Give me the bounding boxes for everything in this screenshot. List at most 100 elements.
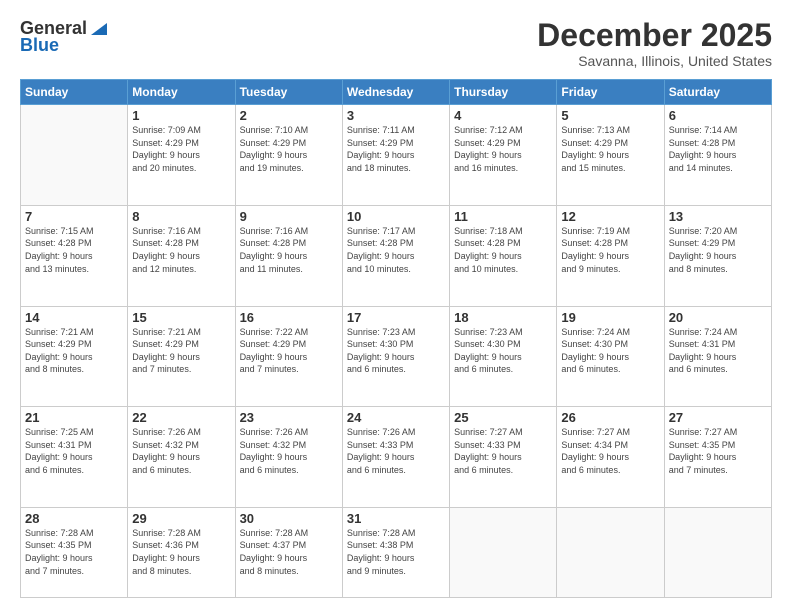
calendar-cell: 25Sunrise: 7:27 AMSunset: 4:33 PMDayligh… xyxy=(450,407,557,508)
day-number: 7 xyxy=(25,209,123,224)
day-number: 26 xyxy=(561,410,659,425)
calendar-cell: 16Sunrise: 7:22 AMSunset: 4:29 PMDayligh… xyxy=(235,306,342,407)
title-section: December 2025 Savanna, Illinois, United … xyxy=(537,18,772,69)
col-tuesday: Tuesday xyxy=(235,80,342,105)
day-info: Sunrise: 7:16 AMSunset: 4:28 PMDaylight:… xyxy=(240,225,338,275)
day-number: 19 xyxy=(561,310,659,325)
day-number: 24 xyxy=(347,410,445,425)
calendar-week-2: 14Sunrise: 7:21 AMSunset: 4:29 PMDayligh… xyxy=(21,306,772,407)
day-info: Sunrise: 7:26 AMSunset: 4:33 PMDaylight:… xyxy=(347,426,445,476)
day-info: Sunrise: 7:16 AMSunset: 4:28 PMDaylight:… xyxy=(132,225,230,275)
day-info: Sunrise: 7:18 AMSunset: 4:28 PMDaylight:… xyxy=(454,225,552,275)
calendar-cell: 18Sunrise: 7:23 AMSunset: 4:30 PMDayligh… xyxy=(450,306,557,407)
day-number: 8 xyxy=(132,209,230,224)
header: General Blue December 2025 Savanna, Illi… xyxy=(20,18,772,69)
day-number: 6 xyxy=(669,108,767,123)
col-friday: Friday xyxy=(557,80,664,105)
calendar-cell: 19Sunrise: 7:24 AMSunset: 4:30 PMDayligh… xyxy=(557,306,664,407)
calendar-cell: 30Sunrise: 7:28 AMSunset: 4:37 PMDayligh… xyxy=(235,507,342,597)
calendar-cell xyxy=(664,507,771,597)
col-saturday: Saturday xyxy=(664,80,771,105)
day-info: Sunrise: 7:17 AMSunset: 4:28 PMDaylight:… xyxy=(347,225,445,275)
day-info: Sunrise: 7:22 AMSunset: 4:29 PMDaylight:… xyxy=(240,326,338,376)
calendar-cell: 27Sunrise: 7:27 AMSunset: 4:35 PMDayligh… xyxy=(664,407,771,508)
calendar-cell: 2Sunrise: 7:10 AMSunset: 4:29 PMDaylight… xyxy=(235,105,342,206)
day-number: 21 xyxy=(25,410,123,425)
calendar-week-0: 1Sunrise: 7:09 AMSunset: 4:29 PMDaylight… xyxy=(21,105,772,206)
day-number: 22 xyxy=(132,410,230,425)
month-title: December 2025 xyxy=(537,18,772,53)
calendar-cell: 29Sunrise: 7:28 AMSunset: 4:36 PMDayligh… xyxy=(128,507,235,597)
calendar-cell xyxy=(557,507,664,597)
day-info: Sunrise: 7:28 AMSunset: 4:35 PMDaylight:… xyxy=(25,527,123,577)
page: General Blue December 2025 Savanna, Illi… xyxy=(0,0,792,612)
day-info: Sunrise: 7:14 AMSunset: 4:28 PMDaylight:… xyxy=(669,124,767,174)
day-info: Sunrise: 7:09 AMSunset: 4:29 PMDaylight:… xyxy=(132,124,230,174)
day-number: 20 xyxy=(669,310,767,325)
day-info: Sunrise: 7:27 AMSunset: 4:34 PMDaylight:… xyxy=(561,426,659,476)
day-number: 1 xyxy=(132,108,230,123)
day-info: Sunrise: 7:13 AMSunset: 4:29 PMDaylight:… xyxy=(561,124,659,174)
day-number: 29 xyxy=(132,511,230,526)
logo-blue: Blue xyxy=(20,35,59,56)
calendar-cell: 22Sunrise: 7:26 AMSunset: 4:32 PMDayligh… xyxy=(128,407,235,508)
day-number: 2 xyxy=(240,108,338,123)
col-sunday: Sunday xyxy=(21,80,128,105)
calendar-cell: 23Sunrise: 7:26 AMSunset: 4:32 PMDayligh… xyxy=(235,407,342,508)
day-number: 11 xyxy=(454,209,552,224)
day-info: Sunrise: 7:24 AMSunset: 4:31 PMDaylight:… xyxy=(669,326,767,376)
day-number: 3 xyxy=(347,108,445,123)
calendar-cell: 17Sunrise: 7:23 AMSunset: 4:30 PMDayligh… xyxy=(342,306,449,407)
day-number: 28 xyxy=(25,511,123,526)
day-number: 13 xyxy=(669,209,767,224)
col-monday: Monday xyxy=(128,80,235,105)
day-number: 16 xyxy=(240,310,338,325)
calendar-cell: 26Sunrise: 7:27 AMSunset: 4:34 PMDayligh… xyxy=(557,407,664,508)
day-info: Sunrise: 7:25 AMSunset: 4:31 PMDaylight:… xyxy=(25,426,123,476)
calendar-cell: 21Sunrise: 7:25 AMSunset: 4:31 PMDayligh… xyxy=(21,407,128,508)
calendar-cell: 8Sunrise: 7:16 AMSunset: 4:28 PMDaylight… xyxy=(128,205,235,306)
calendar-cell xyxy=(21,105,128,206)
calendar-header-row: Sunday Monday Tuesday Wednesday Thursday… xyxy=(21,80,772,105)
day-info: Sunrise: 7:20 AMSunset: 4:29 PMDaylight:… xyxy=(669,225,767,275)
day-number: 15 xyxy=(132,310,230,325)
day-info: Sunrise: 7:10 AMSunset: 4:29 PMDaylight:… xyxy=(240,124,338,174)
day-info: Sunrise: 7:28 AMSunset: 4:36 PMDaylight:… xyxy=(132,527,230,577)
calendar-week-3: 21Sunrise: 7:25 AMSunset: 4:31 PMDayligh… xyxy=(21,407,772,508)
calendar-table: Sunday Monday Tuesday Wednesday Thursday… xyxy=(20,79,772,598)
day-info: Sunrise: 7:12 AMSunset: 4:29 PMDaylight:… xyxy=(454,124,552,174)
calendar-cell: 15Sunrise: 7:21 AMSunset: 4:29 PMDayligh… xyxy=(128,306,235,407)
calendar-cell: 4Sunrise: 7:12 AMSunset: 4:29 PMDaylight… xyxy=(450,105,557,206)
calendar-cell: 5Sunrise: 7:13 AMSunset: 4:29 PMDaylight… xyxy=(557,105,664,206)
day-info: Sunrise: 7:23 AMSunset: 4:30 PMDaylight:… xyxy=(454,326,552,376)
day-number: 25 xyxy=(454,410,552,425)
logo: General Blue xyxy=(20,18,107,56)
day-number: 5 xyxy=(561,108,659,123)
calendar-cell: 24Sunrise: 7:26 AMSunset: 4:33 PMDayligh… xyxy=(342,407,449,508)
calendar-cell: 7Sunrise: 7:15 AMSunset: 4:28 PMDaylight… xyxy=(21,205,128,306)
calendar-cell: 13Sunrise: 7:20 AMSunset: 4:29 PMDayligh… xyxy=(664,205,771,306)
calendar-cell: 11Sunrise: 7:18 AMSunset: 4:28 PMDayligh… xyxy=(450,205,557,306)
day-info: Sunrise: 7:19 AMSunset: 4:28 PMDaylight:… xyxy=(561,225,659,275)
day-info: Sunrise: 7:23 AMSunset: 4:30 PMDaylight:… xyxy=(347,326,445,376)
calendar-cell: 9Sunrise: 7:16 AMSunset: 4:28 PMDaylight… xyxy=(235,205,342,306)
day-info: Sunrise: 7:15 AMSunset: 4:28 PMDaylight:… xyxy=(25,225,123,275)
calendar-cell: 20Sunrise: 7:24 AMSunset: 4:31 PMDayligh… xyxy=(664,306,771,407)
day-info: Sunrise: 7:21 AMSunset: 4:29 PMDaylight:… xyxy=(25,326,123,376)
day-info: Sunrise: 7:26 AMSunset: 4:32 PMDaylight:… xyxy=(240,426,338,476)
day-info: Sunrise: 7:26 AMSunset: 4:32 PMDaylight:… xyxy=(132,426,230,476)
day-number: 17 xyxy=(347,310,445,325)
calendar-cell: 10Sunrise: 7:17 AMSunset: 4:28 PMDayligh… xyxy=(342,205,449,306)
col-thursday: Thursday xyxy=(450,80,557,105)
day-number: 12 xyxy=(561,209,659,224)
day-info: Sunrise: 7:21 AMSunset: 4:29 PMDaylight:… xyxy=(132,326,230,376)
logo-triangle-icon xyxy=(89,19,107,37)
day-info: Sunrise: 7:28 AMSunset: 4:38 PMDaylight:… xyxy=(347,527,445,577)
day-info: Sunrise: 7:24 AMSunset: 4:30 PMDaylight:… xyxy=(561,326,659,376)
day-number: 9 xyxy=(240,209,338,224)
day-number: 30 xyxy=(240,511,338,526)
day-number: 10 xyxy=(347,209,445,224)
day-number: 18 xyxy=(454,310,552,325)
calendar-cell: 12Sunrise: 7:19 AMSunset: 4:28 PMDayligh… xyxy=(557,205,664,306)
day-info: Sunrise: 7:27 AMSunset: 4:33 PMDaylight:… xyxy=(454,426,552,476)
